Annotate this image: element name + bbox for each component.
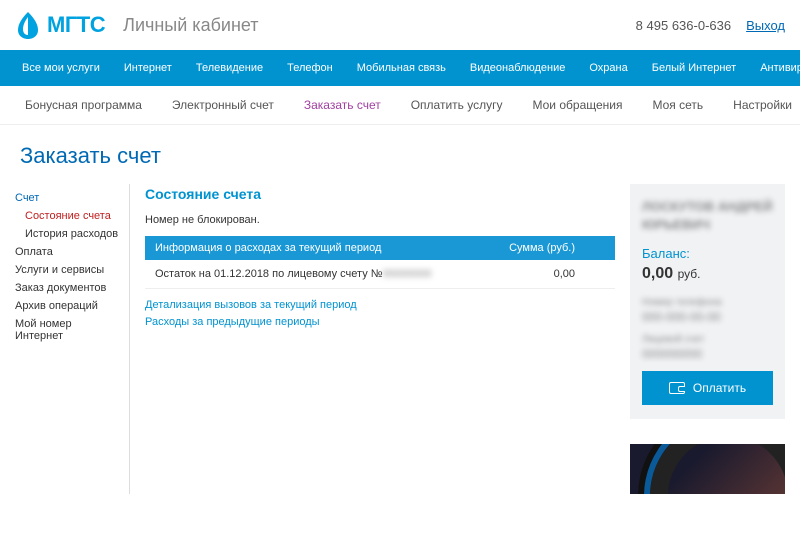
sidebar-item[interactable]: Состояние счета (15, 207, 119, 225)
account-value: 000000000 (642, 347, 773, 361)
sidebar-item[interactable]: История расходов (15, 225, 119, 243)
table-header-info: Информация о расходах за текущий период (145, 236, 483, 260)
nav-secondary-item[interactable]: Моя сеть (637, 86, 718, 124)
table-row: Остаток на 01.12.2018 по лицевому счету … (145, 260, 615, 289)
sidebar-item[interactable]: Счет (15, 189, 119, 207)
nav-secondary-item[interactable]: Заказать счет (289, 86, 396, 124)
table-header-amount: Сумма (руб.) (483, 236, 615, 260)
wallet-icon (669, 382, 685, 394)
nav-primary: Все мои услугиИнтернетТелевидениеТелефон… (0, 50, 800, 86)
account-status: Номер не блокирован. (145, 214, 615, 226)
nav-primary-item[interactable]: Телевидение (184, 50, 275, 86)
nav-secondary: Бонусная программаЭлектронный счетЗаказа… (0, 86, 800, 125)
nav-secondary-item[interactable]: Электронный счет (157, 86, 289, 124)
nav-primary-item[interactable]: Белый Интернет (640, 50, 749, 86)
sidebar-item[interactable]: Заказ документов (15, 279, 119, 297)
detail-link[interactable]: Расходы за предыдущие периоды (145, 314, 615, 331)
sidebar-item[interactable]: Мой номер Интернет (15, 315, 119, 345)
row-label: Остаток на 01.12.2018 по лицевому счету … (145, 260, 483, 289)
balance-value: 0,00 руб. (642, 265, 773, 283)
phone-value: 000-000-00-00 (642, 310, 773, 324)
sidebar-item[interactable]: Услуги и сервисы (15, 261, 119, 279)
page-title: Заказать счет (0, 125, 800, 184)
nav-secondary-item[interactable]: Мои обращения (518, 86, 638, 124)
nav-primary-item[interactable]: Мобильная связь (345, 50, 458, 86)
nav-secondary-item[interactable]: Настройки (718, 86, 800, 124)
brand-name: МГТС (47, 12, 105, 38)
logout-link[interactable]: Выход (746, 18, 785, 33)
nav-primary-item[interactable]: Антивирус (748, 50, 800, 86)
nav-primary-item[interactable]: Все мои услуги (10, 50, 112, 86)
expenses-table: Информация о расходах за текущий период … (145, 236, 615, 289)
sidebar: СчетСостояние счетаИстория расходовОплат… (15, 184, 130, 494)
nav-primary-item[interactable]: Видеонаблюдение (458, 50, 577, 86)
account-holder-name: ЛОСКУТОВ АНДРЕЙ ЮРЬЕВИЧ (642, 198, 773, 234)
nav-primary-item[interactable]: Интернет (112, 50, 184, 86)
balance-label: Баланс: (642, 246, 773, 261)
main-content: Состояние счета Номер не блокирован. Инф… (145, 184, 615, 494)
nav-primary-item[interactable]: Телефон (275, 50, 345, 86)
promo-banner[interactable] (630, 444, 785, 494)
nav-secondary-item[interactable]: Оплатить услугу (396, 86, 518, 124)
row-value: 0,00 (483, 260, 615, 289)
account-summary-panel: ЛОСКУТОВ АНДРЕЙ ЮРЬЕВИЧ Баланс: 0,00 руб… (630, 184, 785, 419)
header: МГТС Личный кабинет 8 495 636-0-636 Выхо… (0, 0, 800, 50)
nav-primary-item[interactable]: Охрана (577, 50, 639, 86)
sidebar-item[interactable]: Оплата (15, 243, 119, 261)
pay-button-label: Оплатить (693, 381, 746, 395)
detail-link[interactable]: Детализация вызовов за текущий период (145, 297, 615, 314)
brand-logo[interactable]: МГТС (15, 10, 105, 40)
header-title: Личный кабинет (123, 15, 258, 36)
sidebar-item[interactable]: Архив операций (15, 297, 119, 315)
support-phone: 8 495 636-0-636 (636, 18, 731, 33)
pay-button[interactable]: Оплатить (642, 371, 773, 405)
nav-secondary-item[interactable]: Бонусная программа (10, 86, 157, 124)
account-label: Лицевой счет (642, 334, 773, 345)
logo-icon (15, 10, 41, 40)
section-title: Состояние счета (145, 186, 615, 202)
phone-label: Номер телефона (642, 297, 773, 308)
